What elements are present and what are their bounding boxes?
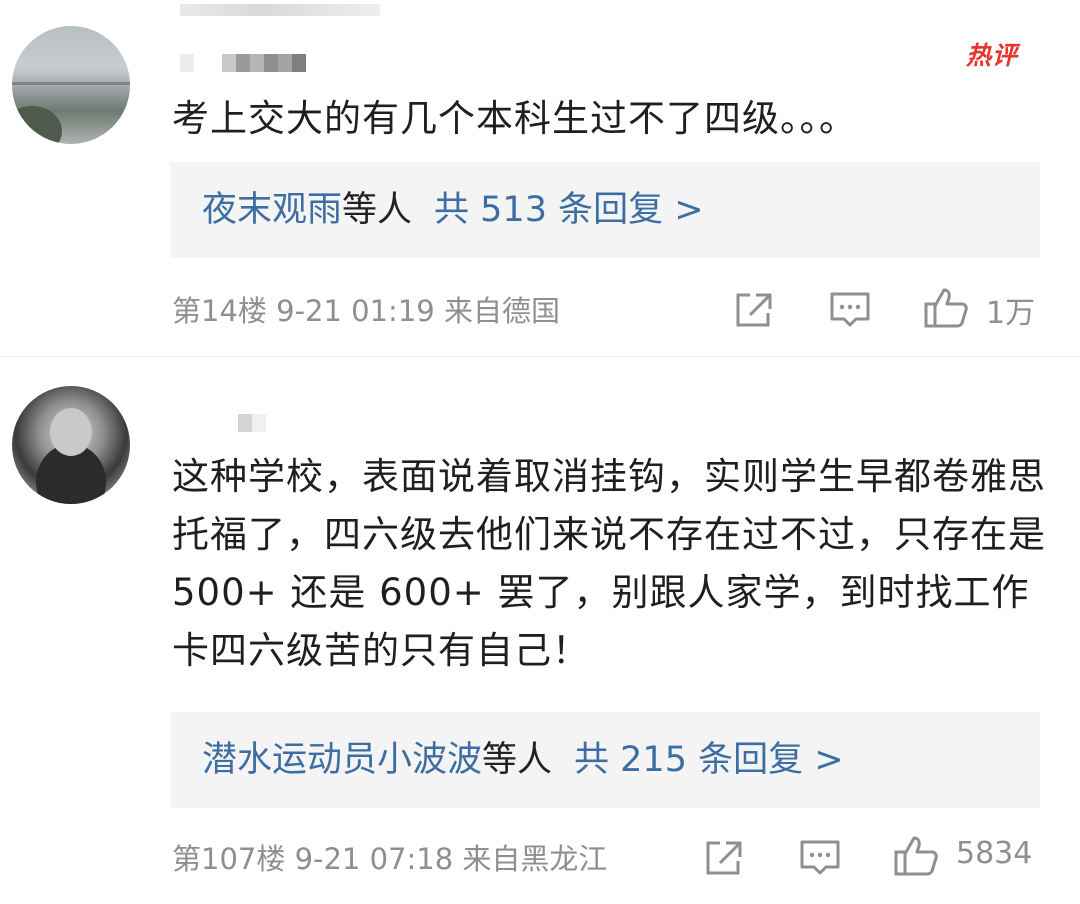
replies-summary[interactable]: 潜水运动员小波波等人共 215 条回复 >: [170, 712, 1040, 808]
share-icon[interactable]: [702, 835, 746, 879]
comment-icon[interactable]: [798, 835, 842, 879]
reply-etc-label: 等人: [482, 740, 553, 780]
comment-text: 考上交大的有几个本科生过不了四级。。。: [172, 97, 857, 140]
reply-count-link[interactable]: 共 513 条回复 >: [434, 190, 704, 230]
like-count: 1万: [986, 296, 1036, 331]
reply-user-names[interactable]: 潜水运动员小波波: [202, 740, 482, 780]
comment-meta: 第14楼 9-21 01:19 来自德国: [172, 294, 560, 328]
comment-text: 这种学校，表面说着取消挂钩，实则学生早都卷雅思托福了，四六级去他们来说不存在过不…: [172, 455, 1046, 672]
username-blurred[interactable]: [180, 54, 306, 72]
comment-meta: 第107楼 9-21 07:18 来自黑龙江: [172, 842, 608, 876]
username-blurred[interactable]: [238, 414, 266, 432]
reply-etc-label: 等人: [342, 190, 413, 230]
like-count: 5834: [956, 836, 1033, 871]
avatar[interactable]: [12, 26, 130, 144]
reply-user-names[interactable]: 夜末观雨: [202, 190, 342, 230]
comment-icon[interactable]: [828, 287, 872, 331]
replies-summary[interactable]: 夜末观雨等人共 513 条回复 >: [170, 162, 1040, 258]
share-icon[interactable]: [732, 287, 776, 331]
comment-card: 热评 考上交大的有几个本科生过不了四级。。。 夜末观雨等人共 513 条回复 >…: [0, 0, 1080, 356]
reply-count-link[interactable]: 共 215 条回复 >: [574, 740, 844, 780]
thumbs-up-icon[interactable]: [892, 832, 940, 880]
thumbs-up-icon[interactable]: [922, 284, 970, 332]
avatar[interactable]: [12, 386, 130, 504]
hot-comment-badge: 热评: [966, 41, 1019, 70]
